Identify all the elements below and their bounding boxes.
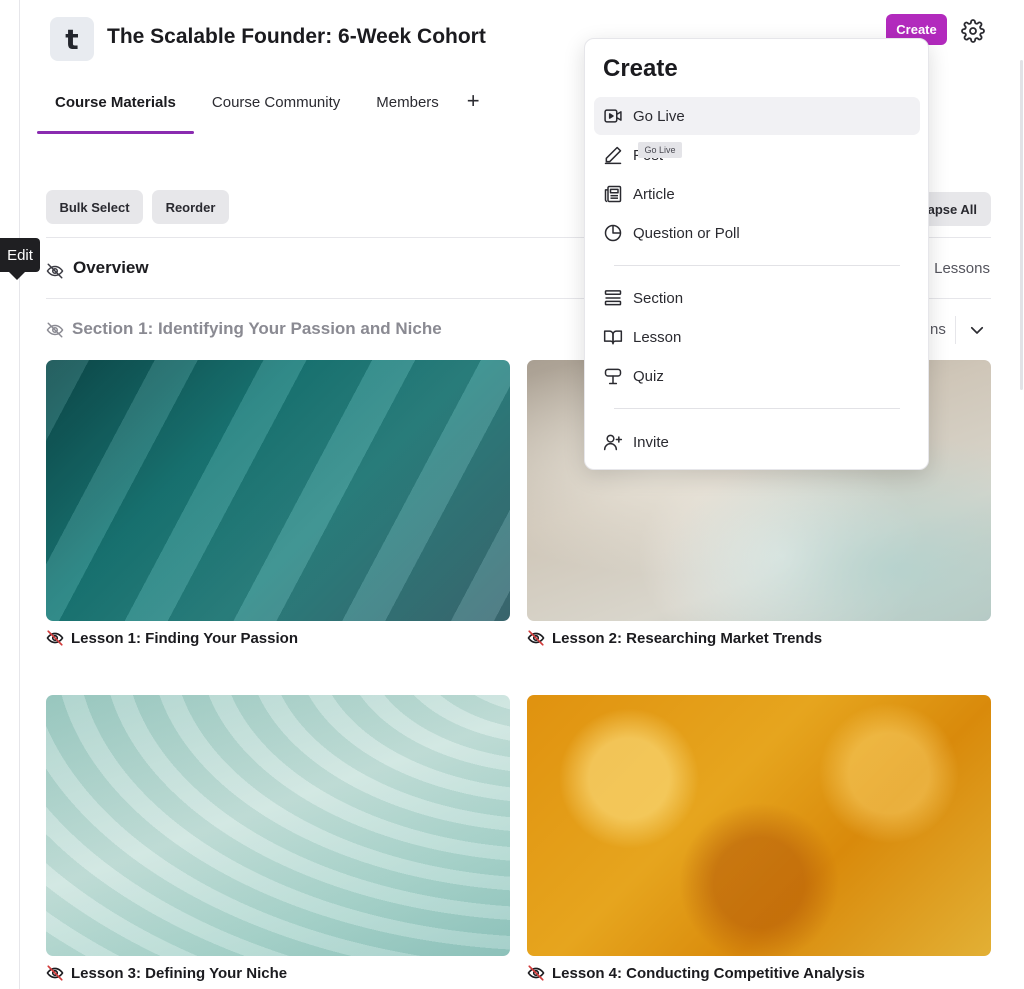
section-title[interactable]: Section 1: Identifying Your Passion and …	[72, 319, 442, 339]
user-plus-icon	[603, 434, 623, 451]
section-lesson-count: ns	[930, 321, 946, 338]
lesson-title: Lesson 1: Finding Your Passion	[71, 629, 298, 647]
page-scrollbar[interactable]	[1018, 0, 1024, 989]
lesson-card-title[interactable]: Lesson 2: Researching Market Trends	[527, 629, 822, 647]
create-menu-title: Create	[603, 55, 678, 82]
pie-chart-icon	[604, 224, 622, 242]
lesson-3-thumbnail[interactable]	[46, 695, 510, 956]
hidden-eye-icon[interactable]	[46, 262, 64, 280]
lesson-card-title[interactable]: Lesson 3: Defining Your Niche	[46, 964, 287, 982]
chevron-down-icon[interactable]	[968, 321, 986, 339]
community-logo[interactable]: t	[50, 17, 94, 61]
menu-item-go-live[interactable]: Go Live	[594, 97, 920, 135]
tab-course-community[interactable]: Course Community	[194, 88, 358, 134]
lesson-1-thumbnail[interactable]	[46, 360, 510, 621]
menu-item-label: Invite	[633, 433, 669, 451]
lesson-card-title[interactable]: Lesson 4: Conducting Competitive Analysi…	[527, 964, 865, 982]
bulk-select-button[interactable]: Bulk Select	[46, 190, 143, 224]
menu-divider	[614, 265, 900, 266]
tab-course-materials[interactable]: Course Materials	[37, 88, 194, 134]
left-border	[19, 0, 20, 989]
menu-item-label: Go Live	[633, 107, 685, 125]
hidden-eye-icon	[46, 965, 64, 981]
gear-icon[interactable]	[961, 19, 985, 43]
edit-tooltip: Edit	[0, 238, 40, 280]
overview-lesson-count: Lessons	[934, 260, 990, 277]
add-tab-button[interactable]: +	[457, 88, 490, 114]
overview-section-title[interactable]: Overview	[73, 258, 149, 278]
page-title: The Scalable Founder: 6-Week Cohort	[107, 25, 486, 48]
course-tabs: Course Materials Course Community Member…	[37, 88, 490, 134]
pen-icon	[604, 146, 622, 165]
menu-item-label: Lesson	[633, 328, 682, 346]
menu-item-invite[interactable]: Invite	[594, 423, 920, 461]
hidden-eye-icon	[46, 630, 64, 646]
go-live-tooltip: Go Live	[638, 142, 682, 158]
newspaper-icon	[604, 185, 622, 203]
video-icon	[604, 109, 622, 123]
book-icon	[603, 330, 623, 345]
section-icon	[604, 290, 622, 306]
menu-item-article[interactable]: Article	[594, 175, 920, 213]
divider	[955, 316, 956, 344]
menu-divider	[614, 408, 900, 409]
lesson-title: Lesson 3: Defining Your Niche	[71, 964, 288, 982]
menu-item-question-or-poll[interactable]: Question or Poll	[594, 214, 920, 252]
quiz-sign-icon	[604, 368, 622, 385]
menu-item-section[interactable]: Section	[594, 279, 920, 317]
lesson-card-title[interactable]: Lesson 1: Finding Your Passion	[46, 629, 298, 647]
hidden-eye-icon	[527, 630, 545, 646]
lesson-title: Lesson 2: Researching Market Trends	[552, 629, 823, 647]
menu-item-label: Quiz	[633, 367, 664, 385]
menu-item-quiz[interactable]: Quiz	[594, 357, 920, 395]
lesson-4-thumbnail[interactable]	[527, 695, 991, 956]
scrollbar-thumb[interactable]	[1020, 60, 1023, 390]
hidden-eye-icon[interactable]	[46, 321, 64, 339]
menu-item-label: Question or Poll	[633, 224, 740, 242]
menu-item-lesson[interactable]: Lesson	[594, 318, 920, 356]
reorder-button[interactable]: Reorder	[152, 190, 229, 224]
lesson-title: Lesson 4: Conducting Competitive Analysi…	[552, 964, 865, 982]
hidden-eye-icon	[527, 965, 545, 981]
create-dropdown-menu: Create Go Live Post Go Live Article Ques…	[584, 38, 929, 470]
menu-item-label: Section	[633, 289, 684, 307]
tab-members[interactable]: Members	[358, 88, 457, 134]
menu-item-label: Article	[633, 185, 675, 203]
